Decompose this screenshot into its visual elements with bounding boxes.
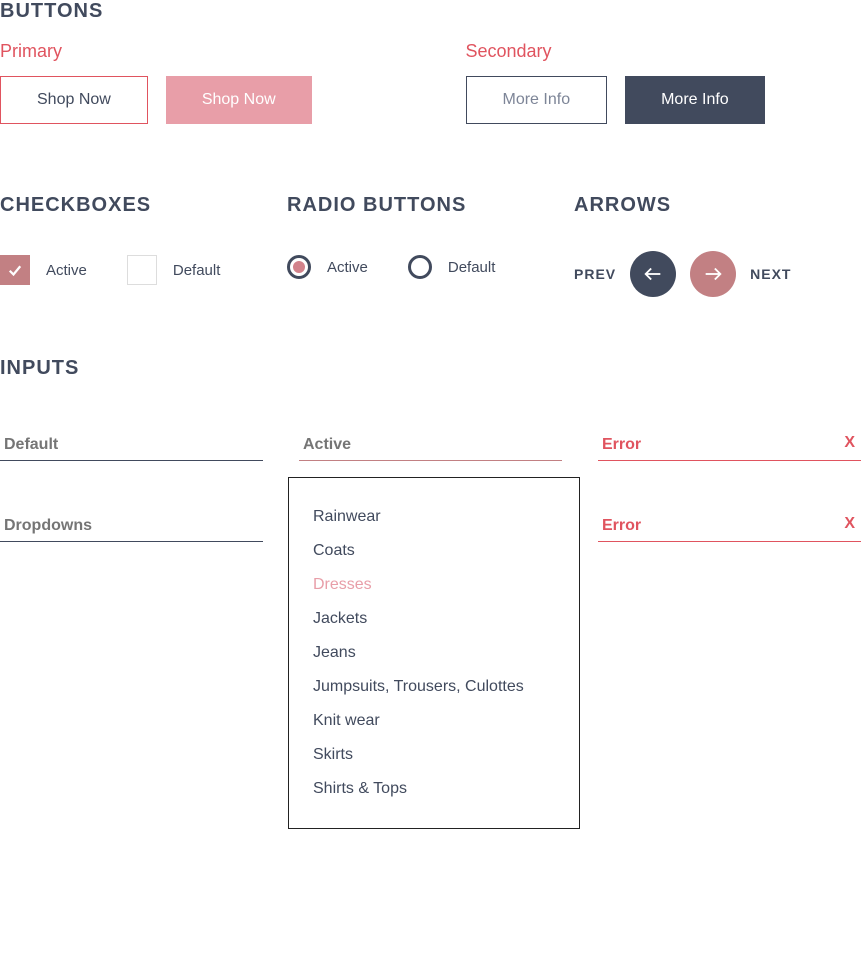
dropdown-option[interactable]: Jeans xyxy=(289,636,579,670)
label-secondary: Secondary xyxy=(466,41,861,62)
check-icon xyxy=(6,261,24,279)
arrow-left-icon xyxy=(642,263,664,285)
error-x-icon: X xyxy=(844,434,855,452)
dropdown-option[interactable]: Jumpsuits, Trousers, Culottes xyxy=(289,670,579,704)
checkbox-active-label: Active xyxy=(46,262,87,279)
dropdown-option[interactable]: Shirts & Tops xyxy=(289,772,579,806)
input-default[interactable] xyxy=(0,430,263,461)
checkbox-default-label: Default xyxy=(173,262,221,279)
radio-default[interactable] xyxy=(408,255,432,279)
primary-outline-button[interactable]: Shop Now xyxy=(0,76,148,124)
label-primary: Primary xyxy=(0,41,396,62)
radio-active-label: Active xyxy=(327,259,368,276)
secondary-fill-button[interactable]: More Info xyxy=(625,76,765,124)
dropdown-error[interactable] xyxy=(598,511,861,542)
dropdown-option[interactable]: Knit wear xyxy=(289,704,579,738)
dropdown-option[interactable]: Jackets xyxy=(289,602,579,636)
dropdown-option[interactable]: Dresses xyxy=(289,568,579,602)
input-error[interactable] xyxy=(598,430,861,461)
dropdown-panel: RainwearCoatsDressesJacketsJeansJumpsuit… xyxy=(288,477,580,829)
arrow-right-icon xyxy=(702,263,724,285)
checkbox-active[interactable] xyxy=(0,255,30,285)
radio-default-label: Default xyxy=(448,259,496,276)
dropdown-option[interactable]: Rainwear xyxy=(289,500,579,534)
error-x-icon: X xyxy=(844,515,855,533)
next-label: NEXT xyxy=(750,266,791,282)
section-title-arrows: ARROWS xyxy=(574,194,861,217)
section-title-buttons: BUTTONS xyxy=(0,0,861,23)
dropdown-option[interactable]: Coats xyxy=(289,534,579,568)
dropdown-option[interactable]: Skirts xyxy=(289,738,579,772)
checkbox-default[interactable] xyxy=(127,255,157,285)
primary-fill-button[interactable]: Shop Now xyxy=(166,76,312,124)
dropdown-collapsed[interactable] xyxy=(0,511,263,542)
radio-dot-icon xyxy=(293,261,305,273)
section-title-checkboxes: CHECKBOXES xyxy=(0,194,287,217)
prev-arrow-button[interactable] xyxy=(630,251,676,297)
secondary-outline-button[interactable]: More Info xyxy=(466,76,608,124)
input-active[interactable] xyxy=(299,430,562,461)
next-arrow-button[interactable] xyxy=(690,251,736,297)
section-title-inputs: INPUTS xyxy=(0,357,861,380)
radio-active[interactable] xyxy=(287,255,311,279)
section-title-radio: RADIO BUTTONS xyxy=(287,194,574,217)
prev-label: PREV xyxy=(574,266,616,282)
